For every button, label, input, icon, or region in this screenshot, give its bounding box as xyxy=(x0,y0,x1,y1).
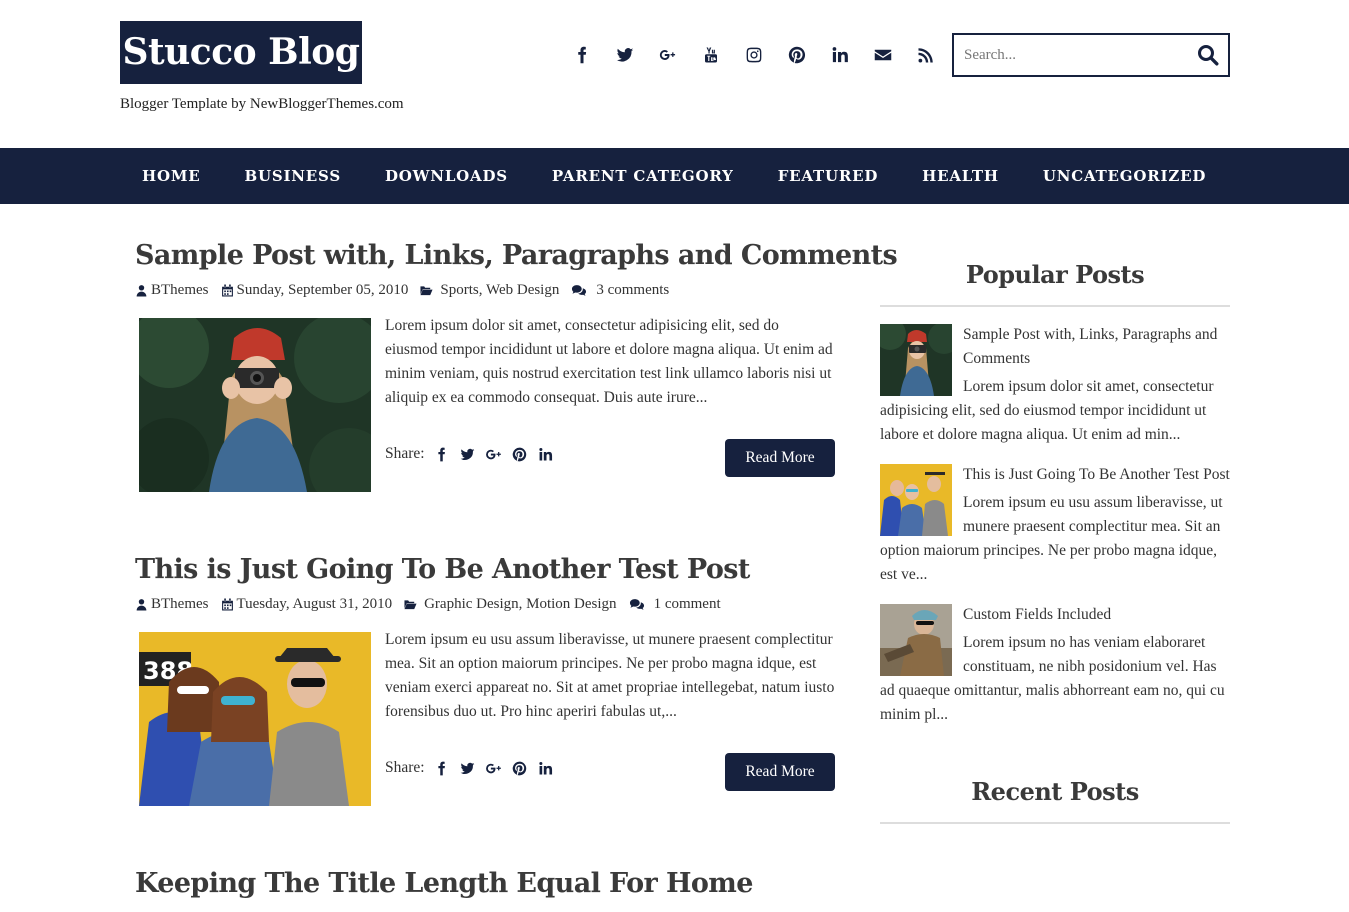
post-excerpt: Lorem ipsum eu usu assum liberavisse, ut… xyxy=(385,631,835,720)
popular-post-item: Custom Fields Included Lorem ipsum no ha… xyxy=(880,603,1230,727)
search-input[interactable] xyxy=(954,35,1188,75)
share-label: Share: xyxy=(385,445,425,462)
user-icon xyxy=(136,599,147,611)
calendar-icon xyxy=(221,598,233,611)
share-label: Share: xyxy=(385,759,425,776)
recent-posts-widget: Recent Posts xyxy=(880,777,1230,824)
youtube-icon[interactable] xyxy=(689,40,732,70)
widget-title: Popular Posts xyxy=(965,260,1145,289)
read-more-button[interactable]: Read More xyxy=(725,439,835,477)
twitter-icon[interactable] xyxy=(603,40,646,70)
twitter-icon[interactable] xyxy=(455,444,481,464)
pinterest-icon[interactable] xyxy=(775,40,818,70)
comments-icon xyxy=(572,285,587,296)
post-excerpt: Lorem ipsum dolor sit amet, consectetur … xyxy=(385,317,833,406)
google-plus-icon[interactable] xyxy=(481,444,507,464)
folder-open-icon xyxy=(404,600,417,610)
folder-open-icon xyxy=(420,286,433,296)
post-thumbnail[interactable] xyxy=(139,318,371,492)
popular-post-thumbnail[interactable] xyxy=(880,324,952,396)
read-more-button[interactable]: Read More xyxy=(725,753,835,791)
divider xyxy=(880,822,1230,824)
site-tagline: Blogger Template by NewBloggerThemes.com xyxy=(120,96,404,112)
divider xyxy=(880,305,1230,307)
facebook-icon[interactable] xyxy=(429,444,455,464)
email-icon[interactable] xyxy=(861,40,904,70)
nav-item-uncategorized[interactable]: UNCATEGORIZED xyxy=(1021,148,1228,204)
post-title[interactable]: Keeping The Title Length Equal For Home xyxy=(135,868,753,899)
user-icon xyxy=(136,285,147,297)
rss-icon[interactable] xyxy=(904,40,947,70)
post-card: Keeping The Title Length Equal For Home xyxy=(135,832,835,912)
site-header: Stucco Blog Blogger Template by NewBlogg… xyxy=(0,0,1349,148)
sidebar: Popular Posts Sample Post with, Links, P… xyxy=(880,204,1230,824)
search-box xyxy=(952,33,1230,77)
social-icons xyxy=(560,40,947,70)
linkedin-icon[interactable] xyxy=(533,758,559,778)
popular-post-thumbnail[interactable] xyxy=(880,604,952,676)
post-card: Sample Post with, Links, Paragraphs and … xyxy=(135,204,898,518)
search-icon[interactable] xyxy=(1188,35,1228,75)
twitter-icon[interactable] xyxy=(455,758,481,778)
post-date: Sunday, September 05, 2010 xyxy=(221,282,408,299)
post-thumbnail[interactable]: 388 xyxy=(139,632,371,806)
popular-post-item: Sample Post with, Links, Paragraphs and … xyxy=(880,323,1230,447)
post-title[interactable]: This is Just Going To Be Another Test Po… xyxy=(135,554,750,585)
nav-item-home[interactable]: HOME xyxy=(120,148,222,204)
post-comments[interactable]: 1 comment xyxy=(629,596,721,613)
facebook-icon[interactable] xyxy=(429,758,455,778)
google-plus-icon[interactable] xyxy=(481,758,507,778)
popular-post-item: This is Just Going To Be Another Test Po… xyxy=(880,463,1230,587)
nav-item-business[interactable]: BUSINESS xyxy=(222,148,363,204)
post-date: Tuesday, August 31, 2010 xyxy=(221,596,392,613)
site-logo[interactable]: Stucco Blog xyxy=(120,21,362,84)
nav-item-health[interactable]: HEALTH xyxy=(900,148,1021,204)
popular-post-thumbnail[interactable] xyxy=(880,464,952,536)
nav-item-featured[interactable]: FEATURED xyxy=(756,148,900,204)
widget-title: Recent Posts xyxy=(971,777,1139,806)
post-meta: BThemes Tuesday, August 31, 2010 Graphic… xyxy=(135,596,733,613)
post-comments[interactable]: 3 comments xyxy=(571,282,669,299)
instagram-icon[interactable] xyxy=(732,40,775,70)
post-title[interactable]: Sample Post with, Links, Paragraphs and … xyxy=(135,240,898,271)
pinterest-icon[interactable] xyxy=(507,444,533,464)
linkedin-icon[interactable] xyxy=(533,444,559,464)
pinterest-icon[interactable] xyxy=(507,758,533,778)
main-nav: HOME BUSINESS DOWNLOADS PARENT CATEGORY … xyxy=(0,148,1349,204)
post-author[interactable]: BThemes xyxy=(135,282,209,299)
post-author[interactable]: BThemes xyxy=(135,596,209,613)
post-categories[interactable]: Sports, Web Design xyxy=(420,282,559,299)
calendar-icon xyxy=(221,284,233,297)
google-plus-icon[interactable] xyxy=(646,40,689,70)
comments-icon xyxy=(629,599,644,610)
share-bar: Share: xyxy=(385,758,559,778)
linkedin-icon[interactable] xyxy=(818,40,861,70)
facebook-icon[interactable] xyxy=(560,40,603,70)
share-bar: Share: xyxy=(385,444,559,464)
post-list: Sample Post with, Links, Paragraphs and … xyxy=(135,204,898,912)
nav-item-parent-category[interactable]: PARENT CATEGORY xyxy=(530,148,756,204)
popular-posts-widget: Popular Posts Sample Post with, Links, P… xyxy=(880,260,1230,727)
post-categories[interactable]: Graphic Design, Motion Design xyxy=(404,596,617,613)
post-card: This is Just Going To Be Another Test Po… xyxy=(135,518,835,832)
nav-item-downloads[interactable]: DOWNLOADS xyxy=(363,148,530,204)
post-meta: BThemes Sunday, September 05, 2010 Sport… xyxy=(135,282,681,299)
